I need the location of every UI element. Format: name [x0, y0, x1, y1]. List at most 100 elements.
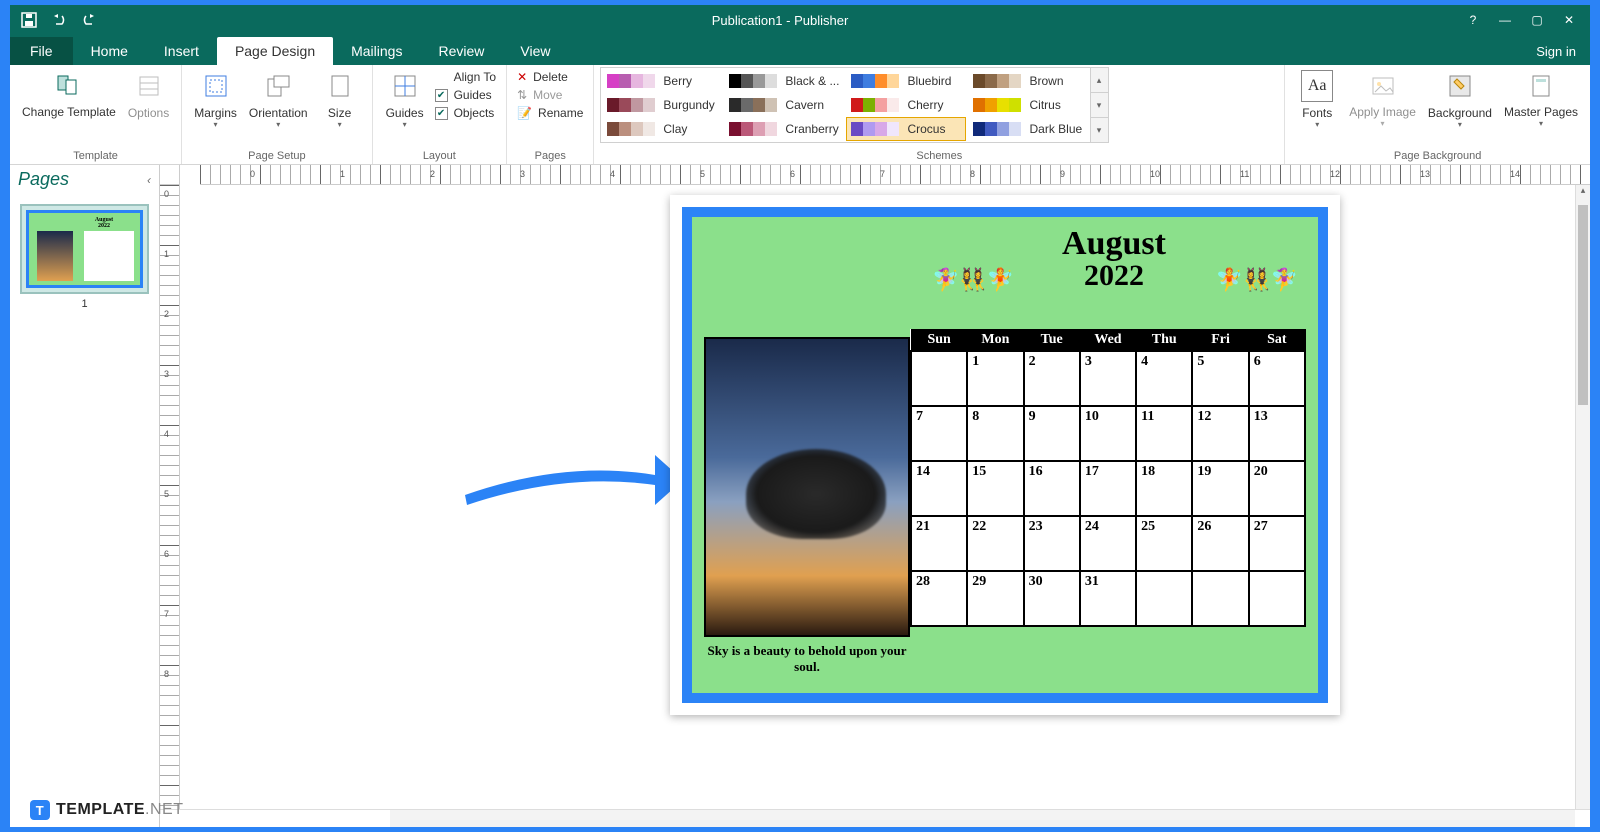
scheme-berry[interactable]: Berry [603, 70, 721, 92]
calendar-cell[interactable]: 3 [1080, 351, 1136, 406]
orientation-button[interactable]: Orientation▾ [243, 67, 314, 132]
calendar-cell[interactable]: 13 [1249, 406, 1305, 461]
scheme-clay[interactable]: Clay [603, 118, 721, 140]
size-button[interactable]: Size▾ [314, 67, 366, 132]
scheme-cranberry[interactable]: Cranberry [725, 118, 843, 140]
calendar-cell[interactable]: 10 [1080, 406, 1136, 461]
calendar-cell[interactable]: 1 [967, 351, 1023, 406]
help-icon[interactable]: ? [1466, 13, 1480, 27]
calendar-cell[interactable] [1136, 571, 1192, 626]
calendar-cell[interactable]: 15 [967, 461, 1023, 516]
undo-icon[interactable] [50, 11, 68, 29]
calendar-cell[interactable]: 29 [967, 571, 1023, 626]
group-page-bg-label: Page Background [1291, 148, 1584, 164]
close-icon[interactable]: ✕ [1562, 13, 1576, 27]
horizontal-scrollbar[interactable] [160, 809, 1590, 827]
scheme-black-[interactable]: Black & ... [725, 70, 843, 92]
calendar-cell[interactable]: 7 [911, 406, 967, 461]
calendar-cell[interactable]: 19 [1192, 461, 1248, 516]
collapse-panel-icon[interactable]: ‹ [147, 173, 151, 187]
schemes-gallery[interactable]: BerryBlack & ...BluebirdBrown BurgundyCav… [600, 67, 1090, 143]
calendar-cell[interactable]: 27 [1249, 516, 1305, 571]
page-thumbnail[interactable]: August2022 [20, 204, 149, 294]
tab-view[interactable]: View [502, 37, 568, 65]
scheme-citrus[interactable]: Citrus [969, 94, 1087, 116]
move-page-button[interactable]: ⇅Move [513, 87, 587, 103]
move-icon: ⇅ [517, 88, 527, 102]
calendar-cell[interactable]: 14 [911, 461, 967, 516]
calendar-cell[interactable]: 11 [1136, 406, 1192, 461]
tab-review[interactable]: Review [420, 37, 502, 65]
redo-icon[interactable] [80, 11, 98, 29]
calendar-cell[interactable]: 6 [1249, 351, 1305, 406]
vertical-scrollbar[interactable]: ▴ [1575, 185, 1590, 809]
apply-image-button[interactable]: Apply Image▾ [1343, 67, 1422, 131]
calendar-cell[interactable]: 20 [1249, 461, 1305, 516]
scroll-up-icon[interactable]: ▴ [1576, 185, 1590, 201]
calendar-cell[interactable]: 22 [967, 516, 1023, 571]
save-icon[interactable] [20, 11, 38, 29]
calendar-cell[interactable]: 12 [1192, 406, 1248, 461]
change-template-label: Change Template [22, 106, 116, 119]
calendar-cell[interactable]: 28 [911, 571, 967, 626]
calendar-cell[interactable]: 25 [1136, 516, 1192, 571]
change-template-button[interactable]: Change Template [16, 67, 122, 122]
calendar-cell[interactable]: 30 [1024, 571, 1080, 626]
fonts-button[interactable]: Aa Fonts▾ [1291, 67, 1343, 132]
checkbox-icon: ✔ [435, 89, 448, 102]
gallery-more-icon[interactable]: ▾ [1091, 118, 1108, 142]
calendar-cell[interactable]: 4 [1136, 351, 1192, 406]
swatch-strip [973, 74, 1021, 88]
calendar-cell[interactable] [1249, 571, 1305, 626]
calendar-cell[interactable] [911, 351, 967, 406]
scroll-up-icon[interactable]: ▴ [1091, 68, 1108, 93]
scheme-burgundy[interactable]: Burgundy [603, 94, 721, 116]
scheme-brown[interactable]: Brown [969, 70, 1087, 92]
scheme-crocus[interactable]: Crocus [847, 118, 965, 140]
publication-page[interactable]: August 2022 🧚‍♀️👯‍♀️🧚 🧚👯‍♀️🧚‍♀️ Sky is a… [670, 195, 1340, 715]
scheme-cavern[interactable]: Cavern [725, 94, 843, 116]
calendar-cell[interactable]: 31 [1080, 571, 1136, 626]
scroll-down-icon[interactable]: ▾ [1091, 93, 1108, 118]
photo-caption[interactable]: Sky is a beauty to behold upon your soul… [704, 643, 910, 675]
sign-in-link[interactable]: Sign in [1522, 38, 1590, 65]
scheme-dark-blue[interactable]: Dark Blue [969, 118, 1087, 140]
calendar-photo[interactable] [704, 337, 910, 637]
scheme-label: Clay [663, 122, 687, 136]
rename-page-button[interactable]: 📝Rename [513, 105, 587, 121]
calendar-cell[interactable]: 23 [1024, 516, 1080, 571]
scheme-cherry[interactable]: Cherry [847, 94, 965, 116]
swatch-strip [973, 98, 1021, 112]
calendar-cell[interactable]: 24 [1080, 516, 1136, 571]
delete-page-button[interactable]: ✕Delete [513, 69, 587, 85]
calendar-cell[interactable]: 17 [1080, 461, 1136, 516]
tab-page-design[interactable]: Page Design [217, 37, 333, 65]
tab-home[interactable]: Home [73, 37, 146, 65]
guides-checkbox[interactable]: ✔Guides [431, 87, 500, 103]
canvas[interactable]: August 2022 🧚‍♀️👯‍♀️🧚 🧚👯‍♀️🧚‍♀️ Sky is a… [180, 185, 1590, 809]
tab-mailings[interactable]: Mailings [333, 37, 420, 65]
calendar-cell[interactable]: 26 [1192, 516, 1248, 571]
objects-checkbox[interactable]: ✔Objects [431, 105, 500, 121]
schemes-scroll[interactable]: ▴ ▾ ▾ [1091, 67, 1109, 143]
calendar-cell[interactable]: 18 [1136, 461, 1192, 516]
options-button[interactable]: Options [122, 67, 175, 123]
calendar-cell[interactable]: 21 [911, 516, 967, 571]
calendar-cell[interactable]: 5 [1192, 351, 1248, 406]
tab-file[interactable]: File [10, 37, 73, 65]
master-pages-button[interactable]: Master Pages▾ [1498, 67, 1584, 131]
watermark-text: TEMPLATE.NET [56, 801, 183, 819]
calendar-grid[interactable]: SunMonTueWedThuFriSat 123456789101112131… [910, 329, 1306, 627]
margins-button[interactable]: Margins▾ [188, 67, 243, 132]
background-button[interactable]: Background▾ [1422, 67, 1498, 132]
tab-insert[interactable]: Insert [146, 37, 217, 65]
calendar-cell[interactable]: 2 [1024, 351, 1080, 406]
guides-button[interactable]: Guides▾ [379, 67, 431, 132]
calendar-cell[interactable]: 9 [1024, 406, 1080, 461]
minimize-icon[interactable]: — [1498, 13, 1512, 27]
calendar-cell[interactable] [1192, 571, 1248, 626]
calendar-cell[interactable]: 16 [1024, 461, 1080, 516]
scheme-bluebird[interactable]: Bluebird [847, 70, 965, 92]
calendar-cell[interactable]: 8 [967, 406, 1023, 461]
maximize-icon[interactable]: ▢ [1530, 13, 1544, 27]
